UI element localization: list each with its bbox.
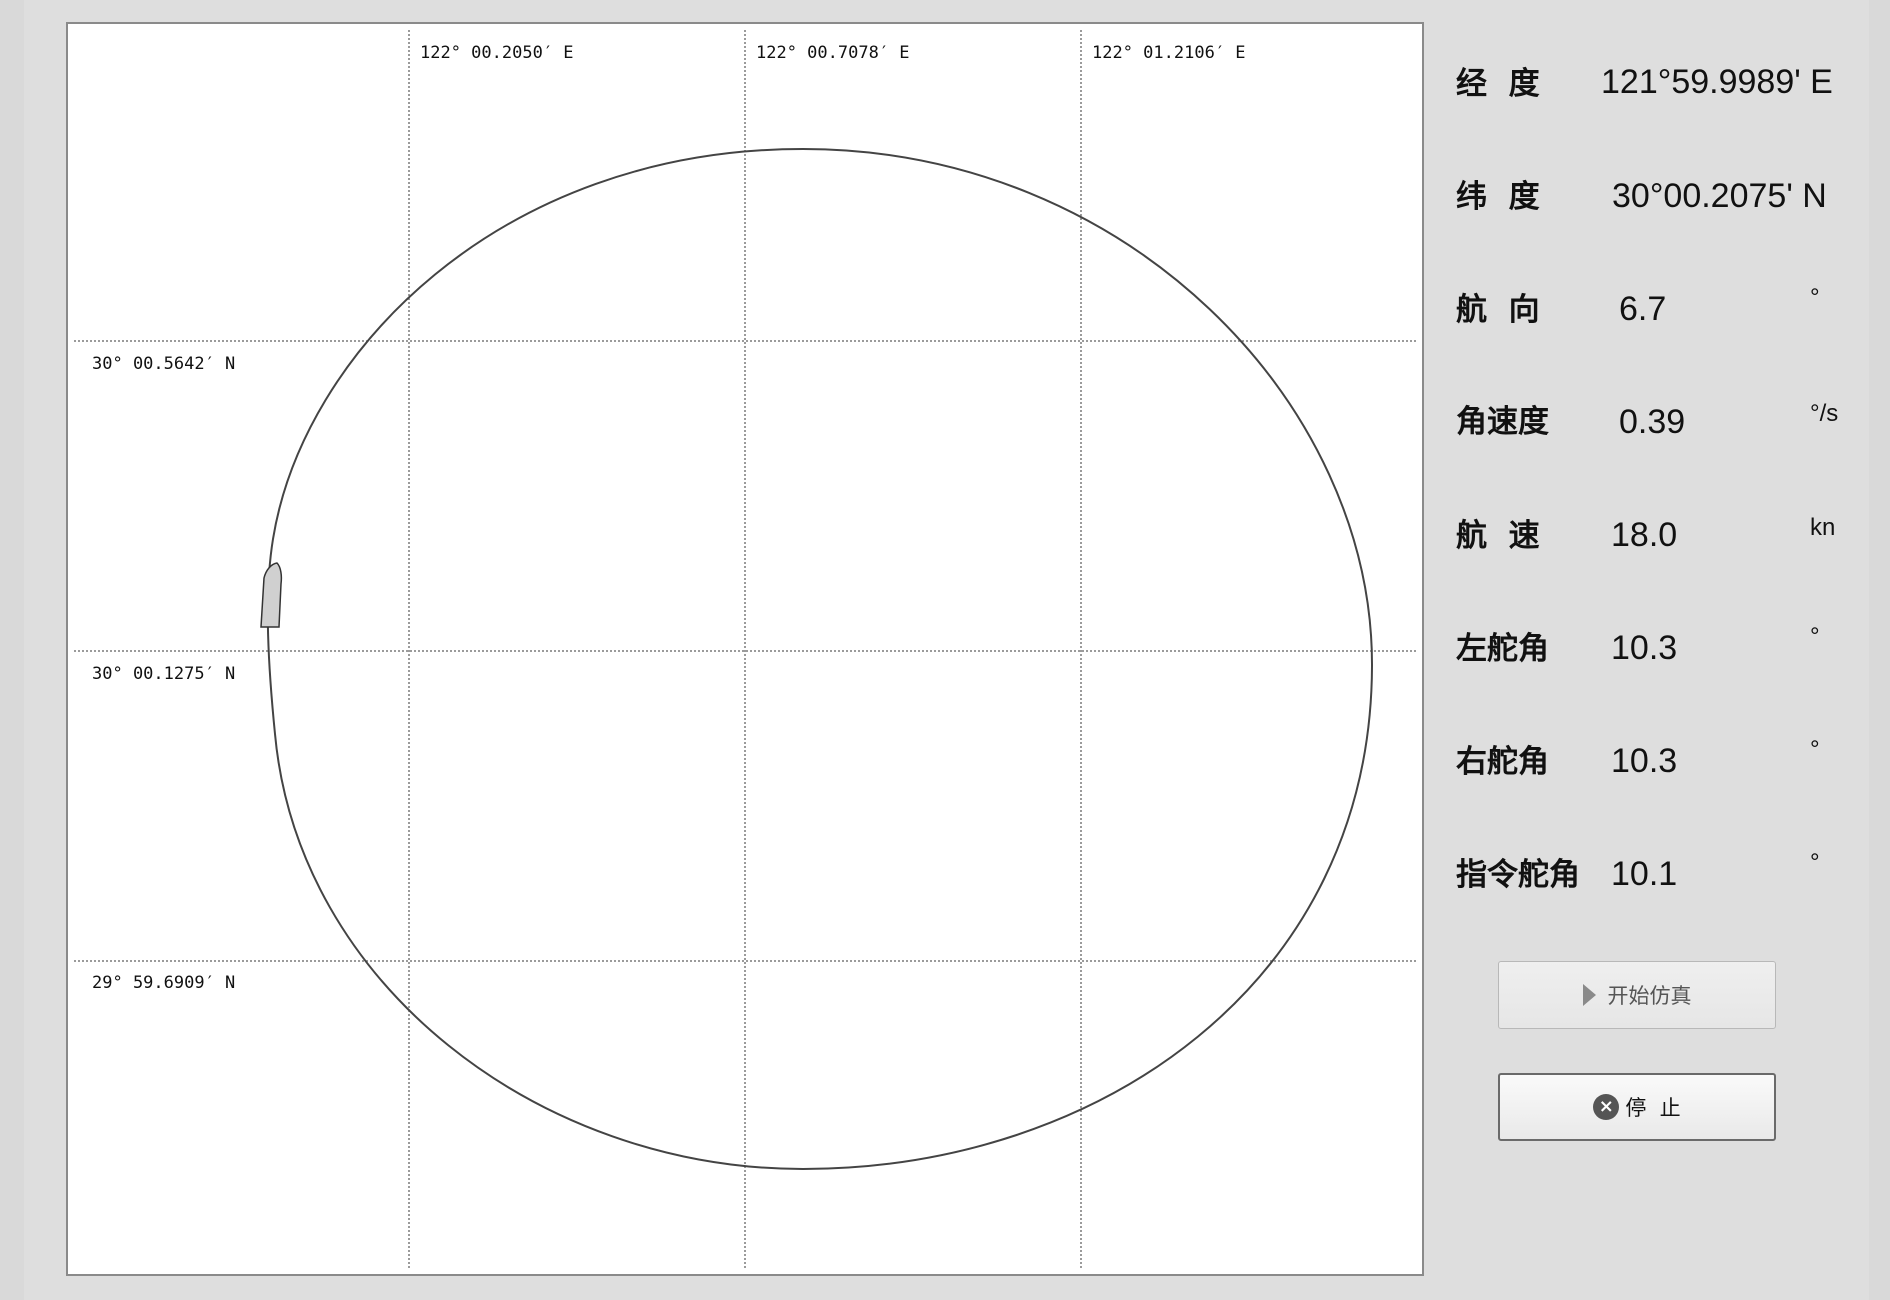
lat-label-2: 30° 00.1275′ N bbox=[92, 664, 235, 684]
ship-icon bbox=[260, 562, 283, 628]
lon-label-3: 122° 01.2106′ E bbox=[1092, 43, 1246, 63]
lat-label-3: 29° 59.6909′ N bbox=[92, 973, 235, 993]
command-rudder-unit: ° bbox=[1810, 849, 1820, 876]
longitude-value: 121°59.9989' E bbox=[1601, 63, 1833, 101]
lon-label-1: 122° 00.2050′ E bbox=[420, 43, 574, 63]
speed-unit: kn bbox=[1810, 514, 1836, 541]
command-rudder-label: 指令舵角 bbox=[1456, 857, 1580, 893]
angular-speed-unit: °/s bbox=[1810, 400, 1839, 427]
lon-label-2: 122° 00.7078′ E bbox=[756, 43, 910, 63]
left-rudder-value: 10.3 bbox=[1611, 629, 1678, 667]
speed-label: 航 速 bbox=[1456, 518, 1540, 554]
stop-circle-icon: × bbox=[1593, 1094, 1620, 1120]
latitude-label: 纬 度 bbox=[1456, 179, 1540, 215]
left-rudder-unit: ° bbox=[1810, 623, 1820, 650]
speed-value: 18.0 bbox=[1611, 516, 1678, 554]
right-rudder-unit: ° bbox=[1810, 736, 1820, 763]
latitude-value: 30°00.2075' N bbox=[1612, 177, 1827, 215]
play-icon bbox=[1582, 984, 1596, 1006]
track-chart: 122° 00.2050′ E 122° 00.7078′ E 122° 01.… bbox=[66, 22, 1424, 1276]
right-rudder-value: 10.3 bbox=[1611, 742, 1678, 780]
angular-speed-label: 角速度 bbox=[1456, 404, 1549, 440]
start-simulation-button[interactable]: 开始仿真 bbox=[1498, 961, 1776, 1029]
info-panel: 经 度 121°59.9989' E 纬 度 30°00.2075' N 航 向… bbox=[1424, 0, 1869, 1300]
angular-speed-value: 0.39 bbox=[1619, 403, 1686, 441]
lat-label-1: 30° 00.5642′ N bbox=[92, 354, 235, 374]
simulation-window: 122° 00.2050′ E 122° 00.7078′ E 122° 01.… bbox=[24, 0, 1869, 1300]
heading-value: 6.7 bbox=[1619, 290, 1667, 328]
stop-label: 停 止 bbox=[1625, 1096, 1681, 1120]
left-rudder-label: 左舵角 bbox=[1456, 631, 1549, 667]
stop-button[interactable]: × 停 止 bbox=[1498, 1073, 1776, 1141]
start-simulation-label: 开始仿真 bbox=[1607, 984, 1692, 1008]
heading-unit: ° bbox=[1810, 284, 1820, 311]
ship-track bbox=[266, 147, 1374, 1171]
chart-canvas: 122° 00.2050′ E 122° 00.7078′ E 122° 01.… bbox=[74, 30, 1416, 1268]
right-rudder-label: 右舵角 bbox=[1456, 744, 1549, 780]
longitude-label: 经 度 bbox=[1456, 66, 1540, 102]
heading-label: 航 向 bbox=[1456, 292, 1540, 328]
command-rudder-value: 10.1 bbox=[1611, 855, 1678, 893]
